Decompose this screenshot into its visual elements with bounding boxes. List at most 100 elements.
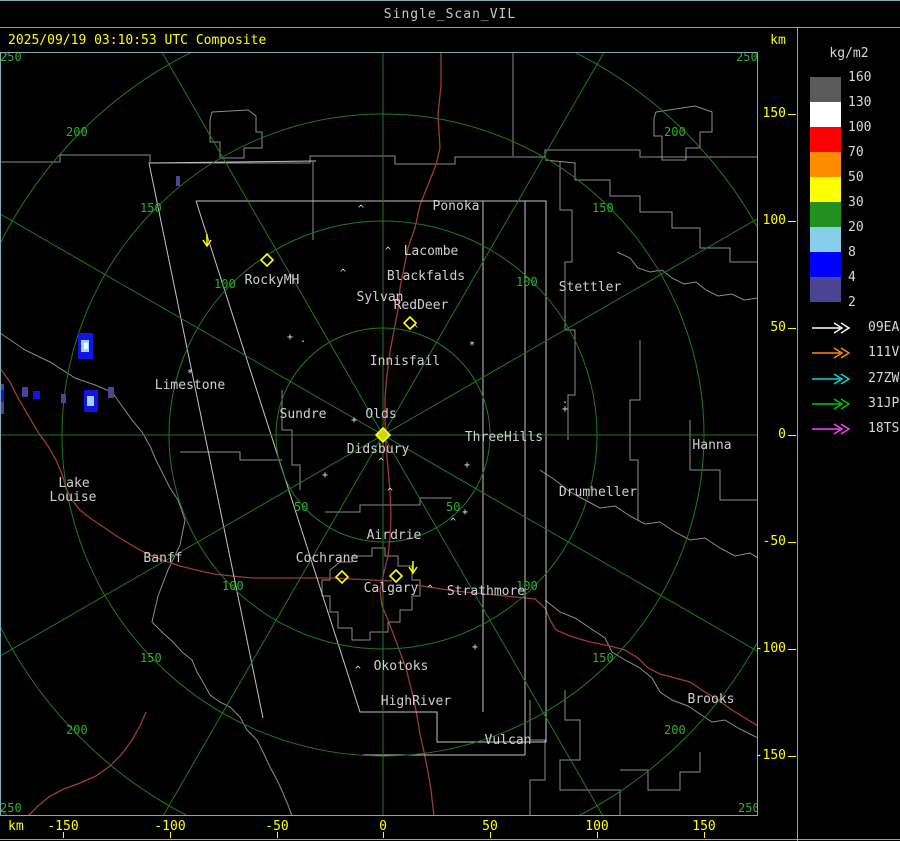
legend-color-swatch	[810, 152, 841, 177]
storm-echo	[22, 387, 28, 397]
ring-distance-label: 100	[222, 579, 244, 593]
city-label: RedDeer	[394, 298, 449, 313]
city-label: Blackfalds	[387, 269, 465, 284]
city-label: Hanna	[692, 438, 731, 453]
county-boundary	[544, 159, 757, 263]
legend-scale-value: 100	[848, 120, 872, 135]
ring-distance-label: 150	[140, 201, 162, 215]
bottom-axis-tick	[277, 832, 278, 838]
window-bottom-border	[0, 839, 900, 840]
city-label: Vulcan	[485, 733, 532, 748]
ring-distance-label: 150	[140, 651, 162, 665]
legend-radar-id: 31JP	[868, 395, 900, 411]
legend-scale-value: 130	[848, 95, 872, 110]
legend-color-swatch	[810, 77, 841, 102]
right-axis-label: 100	[762, 213, 786, 228]
town-marker: .	[562, 395, 568, 406]
radar-arrow-icon	[812, 398, 851, 410]
ring-distance-label: 250	[738, 801, 760, 815]
city-label: Limestone	[155, 378, 226, 393]
storm-echo	[1, 390, 4, 402]
city-label: Didsbury	[347, 442, 410, 457]
bottom-axis-tick	[63, 832, 64, 838]
county-boundary	[620, 752, 701, 791]
radar-coverage-outline	[148, 162, 264, 719]
azimuth-radial-line	[1, 213, 757, 652]
range-ring	[1, 53, 757, 815]
legend-unit-label: kg/m2	[829, 46, 869, 61]
ring-distance-label: 150	[592, 651, 614, 665]
city-label: HighRiver	[381, 694, 452, 709]
city-label: Calgary	[364, 581, 419, 596]
city-label: Innisfail	[370, 354, 440, 369]
storm-echo	[108, 387, 114, 398]
town-marker: ^	[427, 584, 433, 595]
legend-color-swatch	[810, 177, 841, 202]
bottom-axis-tick	[170, 832, 171, 838]
ring-distance-label: 50	[446, 500, 460, 514]
city-label: Banff	[143, 551, 182, 566]
legend-color-swatch	[810, 277, 841, 302]
right-axis-tick	[788, 221, 796, 222]
bottom-axis-unit-label: km	[8, 819, 24, 834]
storm-echo	[84, 343, 88, 349]
town-marker: ^	[340, 268, 346, 279]
town-marker: +	[287, 332, 293, 343]
right-axis-label: -50	[762, 534, 786, 549]
radar-site-marker	[334, 569, 350, 585]
city-label: ThreeHills	[465, 430, 543, 445]
right-axis-tick	[788, 114, 796, 115]
ring-distance-label: 50	[294, 500, 308, 514]
county-boundary	[689, 420, 757, 501]
ring-distance-label: 150	[592, 201, 614, 215]
legend-scale-value: 8	[848, 245, 856, 260]
radar-arrow-icon	[812, 423, 851, 435]
city-label: Louise	[50, 490, 97, 505]
storm-echo	[87, 396, 94, 406]
bottom-axis-tick	[597, 832, 598, 838]
town-marker: ^	[358, 204, 364, 215]
radar-map-display: 50 50100 100100 100150 150150 150200 200200 200…	[0, 52, 760, 816]
town-marker: +	[464, 460, 470, 471]
town-marker: +	[351, 415, 357, 426]
legend-radar-id: 111V	[868, 345, 900, 361]
radar-application-window: Single_Scan_VIL 2025/09/19 03:10:53 UTC …	[0, 0, 900, 841]
legend-radar-row: 27ZW	[810, 371, 900, 386]
legend-scale-value: 30	[848, 195, 864, 210]
city-label: Okotoks	[374, 659, 429, 674]
right-axis-tick	[788, 756, 796, 757]
radar-site-marker	[259, 252, 275, 268]
city-label: Airdrie	[367, 528, 422, 543]
legend-radar-row: 09EA	[810, 320, 900, 335]
ring-distance-label: 200	[664, 125, 686, 139]
town-marker: ^	[387, 487, 393, 498]
city-label: Lake	[58, 476, 89, 491]
legend-radar-id: 18TS	[868, 421, 900, 437]
storm-echo	[33, 391, 40, 399]
city-label: Stettler	[559, 280, 622, 295]
county-boundary	[1, 149, 757, 165]
town-marker: +	[322, 470, 328, 481]
radar-arrow-icon	[812, 322, 851, 334]
city-label: Strathmore	[447, 584, 525, 599]
right-axis-label: 50	[770, 320, 786, 335]
wind-arrow-marker	[408, 561, 418, 575]
right-axis-tick	[788, 649, 796, 650]
radar-center-site-marker	[374, 426, 392, 444]
city-label: Lacombe	[404, 244, 459, 259]
azimuth-radial-line	[1, 218, 757, 657]
bottom-axis-tick	[490, 832, 491, 838]
right-axis-tick	[788, 328, 796, 329]
ring-distance-label: 200	[66, 125, 88, 139]
ring-distance-label: 200	[66, 723, 88, 737]
bottom-axis-tick	[704, 832, 705, 838]
right-axis-label: 0	[778, 427, 786, 442]
county-boundary	[325, 497, 452, 513]
town-marker: ^	[378, 457, 384, 468]
town-marker: +	[472, 642, 478, 653]
town-marker: .	[300, 334, 306, 345]
city-label: Drumheller	[559, 485, 637, 500]
ring-distance-label: 100	[214, 277, 236, 291]
county-boundary	[544, 599, 757, 739]
city-label: Ponoka	[433, 199, 480, 214]
